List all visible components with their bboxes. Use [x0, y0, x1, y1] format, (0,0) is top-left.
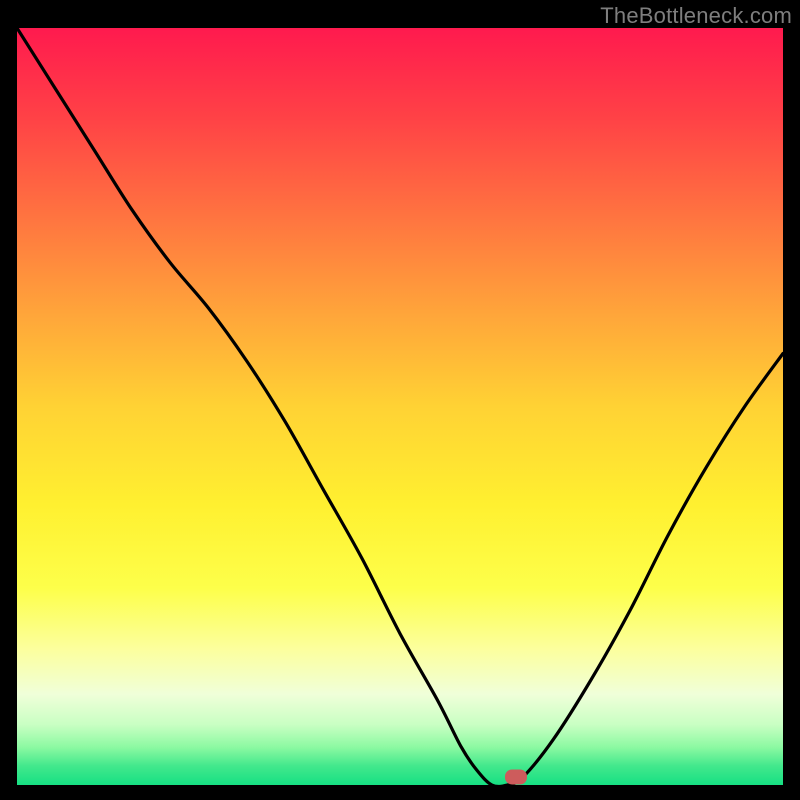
chart-frame: TheBottleneck.com	[0, 0, 800, 800]
watermark-text: TheBottleneck.com	[600, 3, 792, 29]
curve-path	[17, 28, 783, 785]
optimal-point-marker	[505, 770, 527, 785]
bottleneck-curve	[17, 28, 783, 785]
plot-area	[17, 28, 783, 785]
